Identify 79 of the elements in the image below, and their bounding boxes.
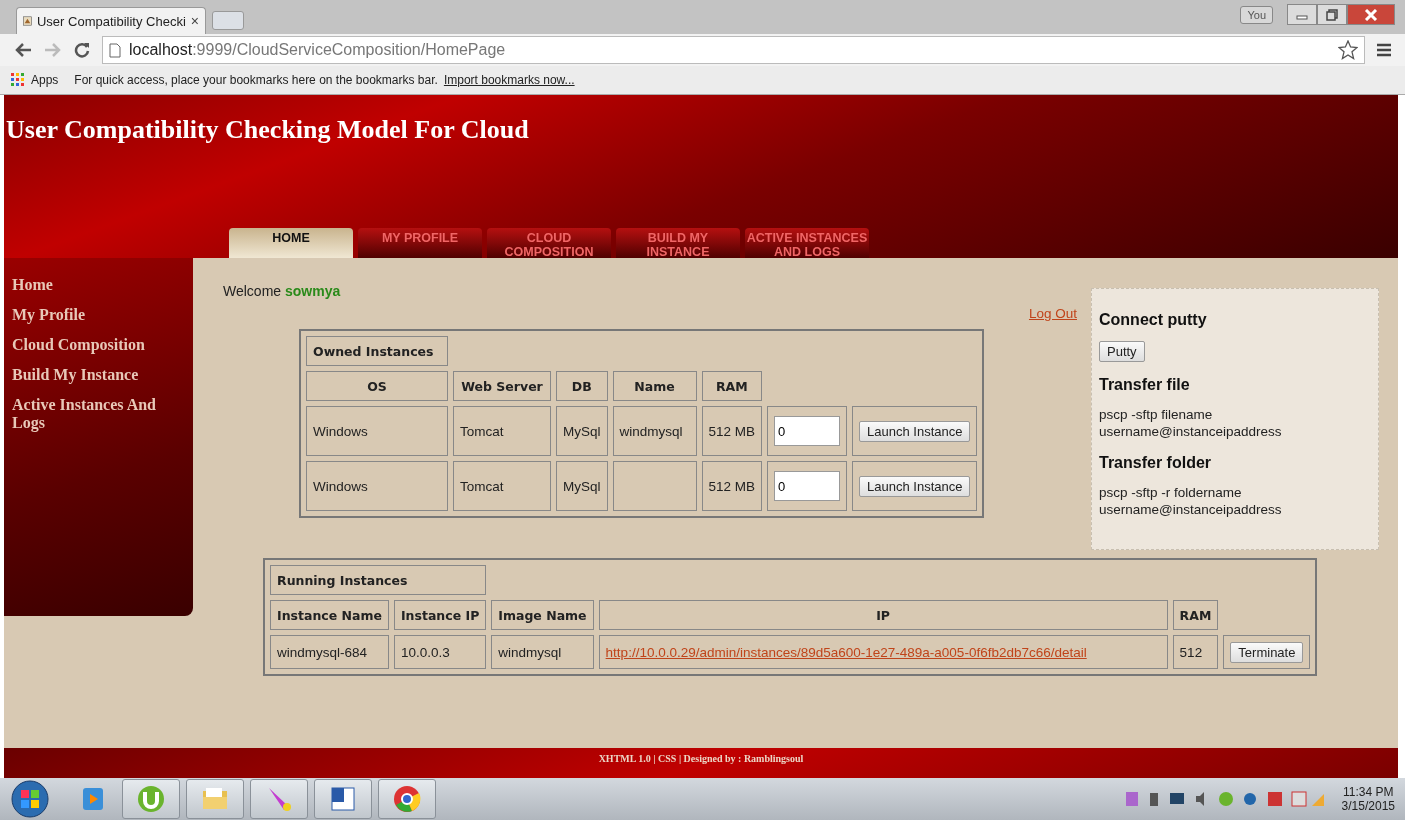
table-cell: 512 MB [701, 406, 763, 456]
browser-icon [392, 784, 422, 814]
sidebar-link[interactable]: Build My Instance [4, 366, 193, 384]
taskbar-app-button[interactable] [122, 779, 180, 819]
table-cell: 10.0.0.3 [393, 635, 487, 669]
back-icon[interactable] [14, 42, 32, 58]
welcome-text: Welcome sowmya [223, 283, 342, 299]
column-header: DB [556, 371, 608, 401]
page-favicon-icon [23, 13, 32, 29]
table-title: Running Instances [270, 565, 487, 595]
apps-grid-icon[interactable] [11, 73, 25, 87]
nav-tab[interactable]: BUILD MY INSTANCE [616, 228, 740, 258]
table-cell: windmysql [612, 406, 697, 456]
bookmark-star-icon[interactable] [1338, 40, 1358, 60]
clock[interactable]: 11:34 PM 3/15/2015 [1341, 785, 1395, 813]
taskbar-app-button[interactable] [378, 779, 436, 819]
section-heading: Connect putty [1099, 311, 1208, 329]
column-header: RAM [701, 371, 763, 401]
profile-button[interactable]: You [1240, 6, 1273, 24]
launch-instance-button[interactable]: Launch Instance [859, 420, 971, 442]
table-cell: 512 MB [701, 461, 763, 511]
apps-link[interactable]: Apps [31, 73, 59, 87]
reload-icon[interactable] [74, 42, 90, 58]
import-bookmarks-link[interactable]: Import bookmarks now... [443, 73, 575, 87]
sidebar-link[interactable]: Cloud Composition [4, 336, 193, 354]
terminate-button[interactable]: Terminate [1230, 641, 1304, 663]
start-button[interactable] [10, 779, 50, 819]
table-cell: MySql [556, 461, 608, 511]
new-tab-button[interactable] [212, 11, 244, 30]
table-cell: Tomcat [453, 461, 551, 511]
close-icon [1364, 8, 1378, 21]
count-field[interactable]: 0 [774, 416, 841, 446]
page-icon [109, 42, 121, 58]
command-text: pscp -sftp -r foldername username@instanceipaddress [1099, 484, 1283, 518]
taskbar-app-button[interactable] [314, 779, 372, 819]
sidebar-link[interactable]: Home [4, 276, 193, 294]
nav-tab[interactable]: CLOUD COMPOSITION [487, 228, 611, 258]
command-text: pscp -sftp filename username@instanceipaddress [1099, 406, 1283, 440]
count-field[interactable]: 0 [774, 471, 841, 501]
section-heading: Transfer folder [1099, 454, 1213, 472]
column-header: Instance IP [393, 600, 487, 630]
table-title: Owned Instances [306, 336, 448, 366]
sidebar-link[interactable]: Active Instances And Logs [4, 396, 193, 432]
taskbar-app-button[interactable] [186, 779, 244, 819]
document-icon [328, 784, 358, 814]
column-header: Name [612, 371, 697, 401]
table-cell: 512 [1172, 635, 1219, 669]
taskbar-app-button[interactable] [250, 779, 308, 819]
column-header: Image Name [491, 600, 594, 630]
column-header: OS [306, 371, 448, 401]
tab-close-button[interactable]: × [190, 13, 199, 29]
restore-button[interactable] [1317, 4, 1347, 25]
browser-tab[interactable]: User Compatibility Checki × [16, 7, 206, 34]
clock-time: 11:34 PM [1343, 785, 1394, 799]
sidebar-link[interactable]: My Profile [4, 306, 193, 324]
address-field[interactable]: localhost:9999/CloudServiceComposition/HomePage [102, 36, 1365, 64]
close-button[interactable] [1347, 4, 1395, 25]
column-header: RAM [1172, 600, 1219, 630]
restore-icon [1326, 8, 1338, 21]
table-cell: Windows [306, 406, 448, 456]
table-cell: windmysql [491, 635, 594, 669]
table-cell: windmysql-684 [270, 635, 389, 669]
clock-date: 3/15/2015 [1341, 799, 1395, 813]
menu-icon[interactable] [1377, 43, 1391, 57]
minimize-button[interactable] [1287, 4, 1317, 25]
section-heading: Transfer file [1099, 376, 1191, 394]
nav-tab[interactable]: ACTIVE INSTANCES AND LOGS [745, 228, 869, 258]
footer-text: XHTML 1.0 | CSS | Designed by : Ramblingsoul [598, 753, 804, 766]
site-title: User Compatibility Checking Model For Cloud [6, 115, 530, 145]
column-header: IP [598, 600, 1168, 630]
column-header: Instance Name [270, 600, 389, 630]
bookmarks-hint: For quick access, place your bookmarks here on the bookmarks bar. [74, 73, 438, 87]
putty-button[interactable]: Putty [1099, 341, 1145, 362]
table-cell: Tomcat [453, 406, 551, 456]
table-cell: MySql [556, 406, 608, 456]
table-cell: Windows [306, 461, 448, 511]
column-header: Web Server [453, 371, 551, 401]
nav-tab[interactable]: HOME [229, 228, 353, 258]
launch-instance-button[interactable]: Launch Instance [859, 475, 971, 497]
